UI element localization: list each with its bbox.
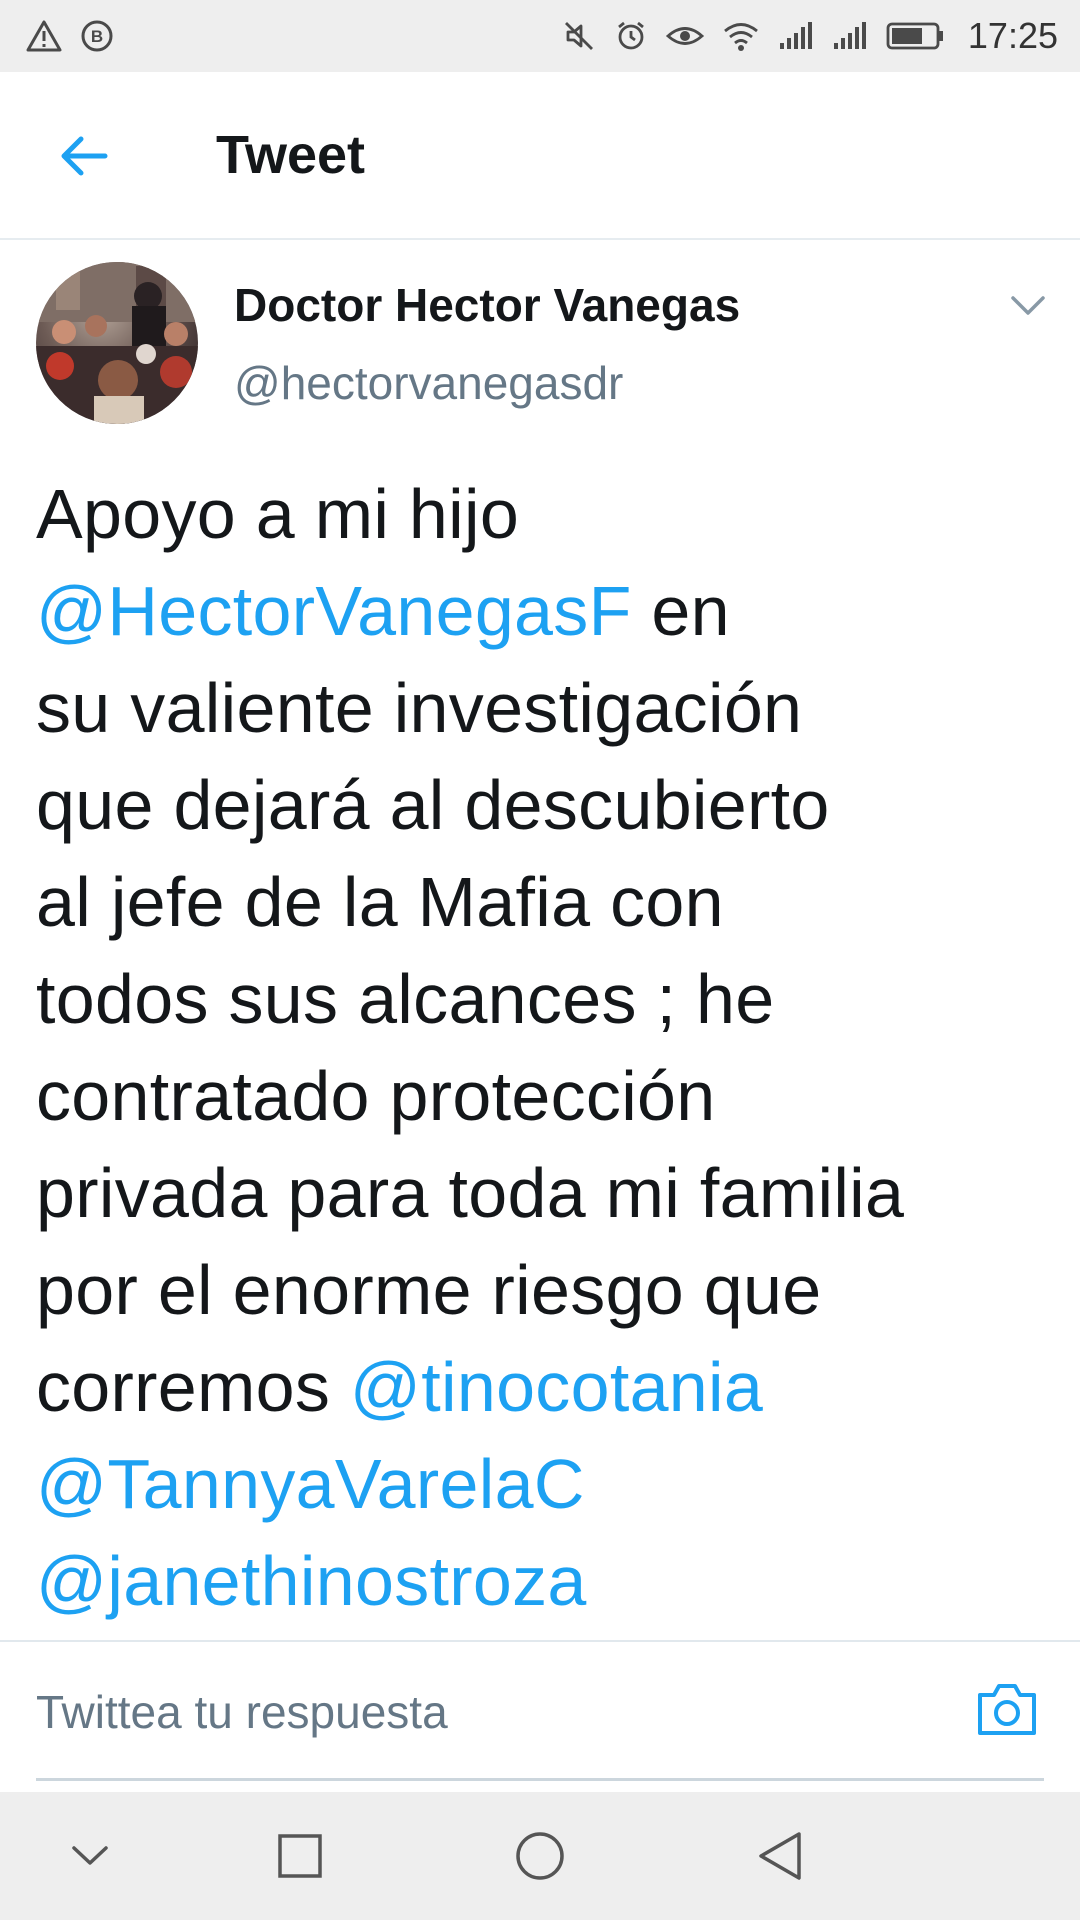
tweet-line: corremos @tinocotania: [36, 1348, 764, 1426]
mention-link[interactable]: @tinocotania: [350, 1348, 763, 1426]
wifi-icon: [722, 20, 760, 52]
reply-input[interactable]: [36, 1672, 936, 1752]
camera-button[interactable]: [974, 1676, 1040, 1742]
camera-icon: [978, 1684, 1036, 1735]
user-handle[interactable]: @hectorvanegasdr: [234, 356, 623, 410]
tweet-line: su valiente investigación: [36, 669, 803, 747]
status-left: B: [26, 19, 114, 53]
app-bar: Tweet: [0, 72, 1080, 240]
tweet-line: que dejará al descubierto: [36, 766, 830, 844]
mute-icon: [562, 19, 596, 53]
tweet-line: privada para toda mi familia: [36, 1154, 905, 1232]
hide-nav-button[interactable]: [58, 1824, 122, 1888]
back-nav-button[interactable]: [748, 1824, 812, 1888]
recents-button[interactable]: [268, 1824, 332, 1888]
reply-bar: [0, 1640, 1080, 1790]
circle-icon: [516, 1832, 564, 1880]
arrow-left-icon: [61, 136, 108, 176]
tweet-line: todos sus alcances ; he: [36, 960, 775, 1038]
status-right: 17:25: [562, 15, 1058, 57]
tweet-line: contratado protección: [36, 1057, 716, 1135]
mention-link[interactable]: @janethinostroza: [36, 1542, 587, 1620]
mention-link[interactable]: @TannyaVarelaC: [36, 1445, 585, 1523]
tweet-options-button[interactable]: [1006, 286, 1050, 326]
signal-icon: [778, 21, 814, 51]
b-badge-icon: B: [80, 19, 114, 53]
warning-icon: [26, 19, 62, 53]
tweet-text: Apoyo a mi hijo @HectorVanegasF en su va…: [36, 466, 1046, 1630]
tweet-line: @TannyaVarelaC: [36, 1436, 1046, 1533]
status-bar: B 17:25: [0, 0, 1080, 72]
tweet-line: al jefe de la Mafia con: [36, 863, 724, 941]
triangle-back-icon: [759, 1832, 801, 1880]
alarm-icon: [614, 19, 648, 53]
signal-icon: [832, 21, 868, 51]
chevron-down-icon: [72, 1846, 108, 1865]
tweet-line: por el enorme riesgo que: [36, 1251, 822, 1329]
reply-underline: [36, 1778, 1044, 1781]
battery-icon: [886, 21, 944, 51]
back-button[interactable]: [56, 128, 112, 184]
svg-text:B: B: [91, 27, 103, 46]
tweet-line: @HectorVanegasF en: [36, 572, 730, 650]
tweet-line: @janethinostroza: [36, 1533, 1046, 1630]
chevron-down-icon: [1011, 296, 1045, 315]
tweet-detail-screen: B 17:25 Tweet Doctor Hector Vanegas @hec…: [0, 0, 1080, 1920]
home-button[interactable]: [508, 1824, 572, 1888]
tweet-line: Apoyo a mi hijo: [36, 475, 520, 553]
mention-link[interactable]: @HectorVanegasF: [36, 572, 632, 650]
eye-icon: [665, 21, 704, 51]
avatar[interactable]: [36, 262, 198, 424]
system-nav-bar: [0, 1792, 1080, 1920]
square-icon: [278, 1834, 322, 1878]
page-title: Tweet: [216, 125, 366, 185]
status-time: 17:25: [967, 15, 1058, 56]
display-name[interactable]: Doctor Hector Vanegas: [234, 278, 740, 332]
